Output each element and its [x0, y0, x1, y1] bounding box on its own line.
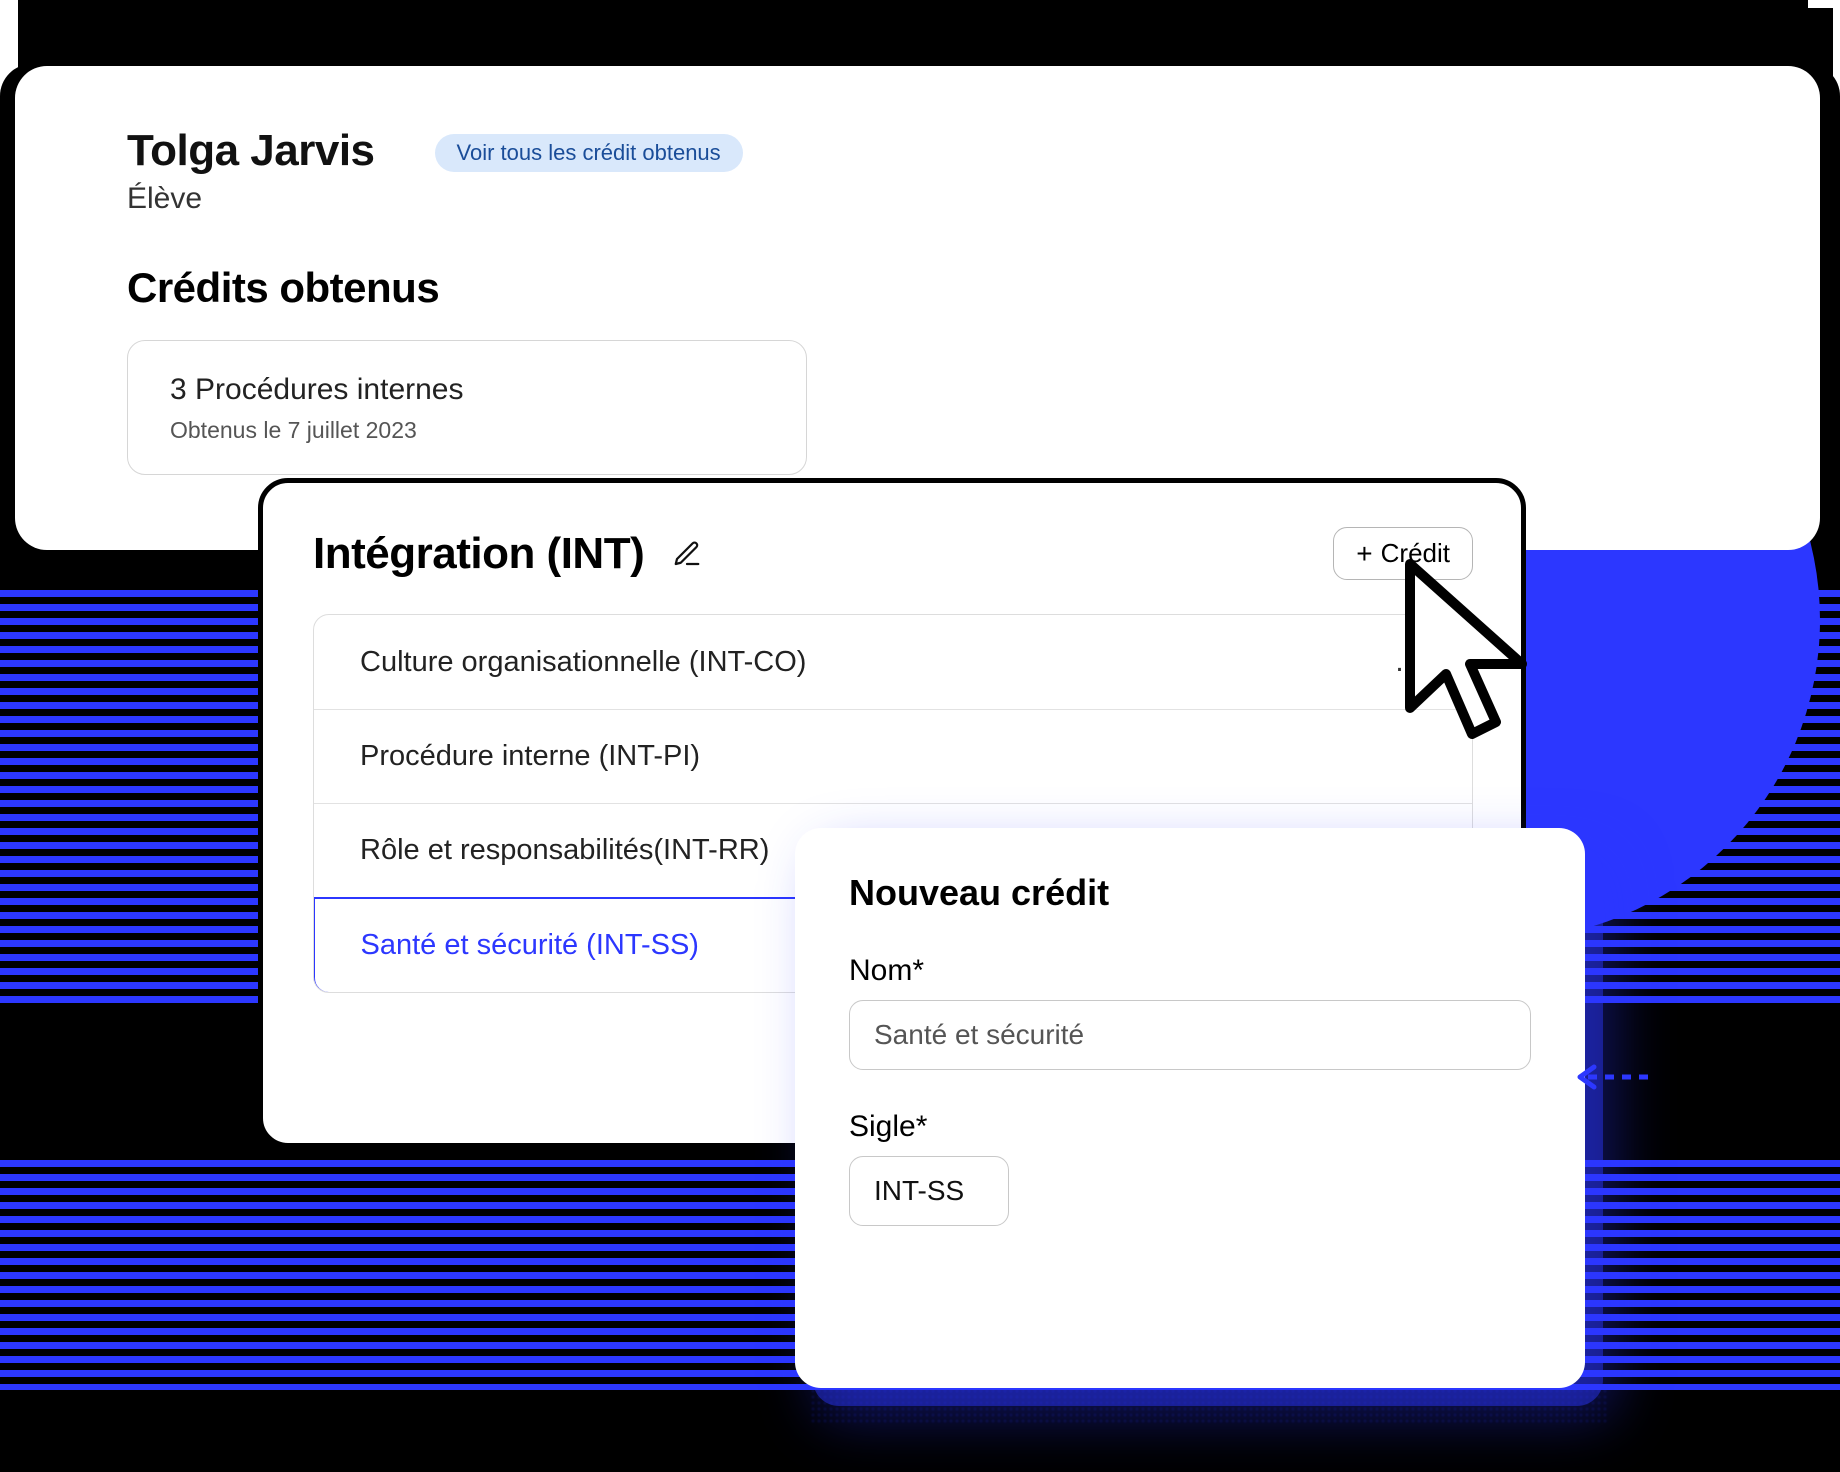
add-credit-button[interactable]: + Crédit	[1333, 527, 1473, 580]
integration-row-label: Santé et sécurité (INT-SS)	[361, 929, 699, 962]
callout-arrow-to-name-input	[1560, 1062, 1650, 1097]
new-credit-panel: Nouveau crédit Nom* Sigle*	[795, 828, 1585, 1388]
integration-row-label: Culture organisationnelle (INT-CO)	[360, 646, 806, 679]
new-credit-name-label: Nom*	[849, 954, 1531, 988]
profile-name: Tolga Jarvis	[127, 126, 375, 176]
view-all-credits-pill[interactable]: Voir tous les crédit obtenus	[435, 134, 743, 172]
profile-role: Élève	[127, 182, 375, 216]
pencil-icon[interactable]	[672, 539, 702, 569]
credit-summary-title: 3 Procédures internes	[170, 373, 764, 407]
plus-icon: +	[1356, 540, 1372, 568]
integration-row-label: Rôle et responsabilités(INT-RR)	[360, 834, 769, 867]
new-credit-code-label: Sigle*	[849, 1110, 1531, 1144]
add-credit-button-label: Crédit	[1381, 538, 1450, 569]
integration-row-label: Procédure interne (INT-PI)	[360, 740, 700, 773]
integration-row[interactable]: Culture organisationnelle (INT-CO) …	[314, 615, 1472, 710]
new-credit-name-input[interactable]	[849, 1000, 1531, 1070]
new-credit-code-input[interactable]	[849, 1156, 1009, 1226]
integration-row[interactable]: Procédure interne (INT-PI)	[314, 710, 1472, 804]
credit-summary-subtitle: Obtenus le 7 juillet 2023	[170, 417, 764, 444]
credit-summary-card[interactable]: 3 Procédures internes Obtenus le 7 juill…	[127, 340, 807, 475]
background-fuzz	[810, 1388, 1610, 1424]
credits-section-title: Crédits obtenus	[127, 264, 1708, 312]
new-credit-title: Nouveau crédit	[849, 872, 1531, 914]
integration-title: Intégration (INT)	[313, 529, 644, 579]
more-icon[interactable]: …	[1394, 645, 1426, 679]
profile-identity: Tolga Jarvis Élève	[127, 126, 375, 216]
callout-arrow-to-credit-button	[1530, 560, 1600, 565]
